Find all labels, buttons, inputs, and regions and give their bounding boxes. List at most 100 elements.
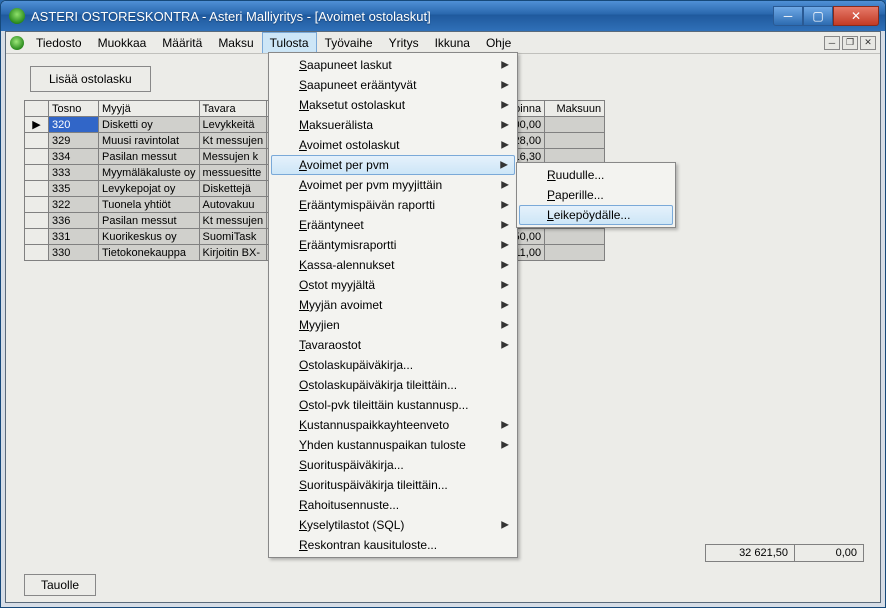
cell[interactable]: 320 [49, 117, 99, 133]
menu-item[interactable]: Tavaraostot▶ [271, 335, 515, 355]
cell[interactable]: Pasilan messut [99, 149, 200, 165]
cell[interactable]: Kuorikeskus oy [99, 229, 200, 245]
cell[interactable] [545, 245, 605, 261]
row-selector[interactable] [25, 181, 49, 197]
submenu-arrow-icon: ▶ [501, 80, 509, 91]
menu-item[interactable]: Erääntymisraportti▶ [271, 235, 515, 255]
cell[interactable]: 334 [49, 149, 99, 165]
cell[interactable]: Tuonela yhtiöt [99, 197, 200, 213]
menu-tyovaihe[interactable]: Työvaihe [317, 32, 381, 53]
col-header[interactable] [25, 101, 49, 117]
row-selector[interactable] [25, 133, 49, 149]
footer: Tauolle [10, 574, 876, 596]
menu-item[interactable]: Kyselytilastot (SQL)▶ [271, 515, 515, 535]
row-selector[interactable] [25, 245, 49, 261]
menu-item[interactable]: Kassa-alennukset▶ [271, 255, 515, 275]
cell[interactable] [545, 133, 605, 149]
row-selector[interactable] [25, 165, 49, 181]
menu-item[interactable]: Leikepöydälle... [519, 205, 673, 225]
menu-item[interactable]: Maksetut ostolaskut▶ [271, 95, 515, 115]
cell[interactable]: Disketti oy [99, 117, 200, 133]
menu-maarita[interactable]: Määritä [154, 32, 210, 53]
minimize-button[interactable]: ─ [773, 6, 803, 26]
menu-item[interactable]: Ostolaskupäiväkirja tileittäin... [271, 375, 515, 395]
cell[interactable]: 333 [49, 165, 99, 181]
cell[interactable]: 335 [49, 181, 99, 197]
cell[interactable]: Pasilan messut [99, 213, 200, 229]
cell[interactable]: Myymäläkaluste oy [99, 165, 200, 181]
submenu-arrow-icon: ▶ [501, 240, 509, 251]
row-selector[interactable] [25, 229, 49, 245]
menu-item[interactable]: Erääntyneet▶ [271, 215, 515, 235]
cell[interactable]: Kt messujen [199, 133, 267, 149]
row-selector[interactable]: ▶ [25, 117, 49, 133]
cell[interactable]: 322 [49, 197, 99, 213]
menu-item[interactable]: Kustannuspaikkayhteenveto▶ [271, 415, 515, 435]
add-invoice-button[interactable]: Lisää ostolasku [30, 66, 151, 92]
col-header[interactable]: Maksuun [545, 101, 605, 117]
row-selector[interactable] [25, 149, 49, 165]
menu-muokkaa[interactable]: Muokkaa [90, 32, 155, 53]
submenu-arrow-icon: ▶ [501, 300, 509, 311]
menu-item[interactable]: Saapuneet laskut▶ [271, 55, 515, 75]
menu-item[interactable]: Saapuneet erääntyvät▶ [271, 75, 515, 95]
submenu-arrow-icon: ▶ [501, 280, 509, 291]
menu-ikkuna[interactable]: Ikkuna [427, 32, 478, 53]
mdi-minimize-button[interactable]: ─ [824, 36, 840, 50]
menu-item[interactable]: Paperille... [519, 185, 673, 205]
menu-tulosta[interactable]: Tulosta [262, 32, 317, 53]
avoimet-per-pvm-submenu: Ruudulle...Paperille...Leikepöydälle... [516, 162, 676, 228]
mdi-close-button[interactable]: ✕ [860, 36, 876, 50]
menu-item[interactable]: Suorituspäiväkirja... [271, 455, 515, 475]
cell[interactable]: 331 [49, 229, 99, 245]
menu-item[interactable]: Ruudulle... [519, 165, 673, 185]
cell[interactable]: 330 [49, 245, 99, 261]
menu-item[interactable]: Ostol-pvk tileittäin kustannusp... [271, 395, 515, 415]
menu-item[interactable]: Avoimet per pvm myyjittäin▶ [271, 175, 515, 195]
menu-ohje[interactable]: Ohje [478, 32, 519, 53]
menu-item[interactable]: Maksuerälista▶ [271, 115, 515, 135]
cell[interactable]: Tietokonekauppa [99, 245, 200, 261]
row-selector[interactable] [25, 197, 49, 213]
cell[interactable]: Messujen k [199, 149, 267, 165]
cell[interactable]: Levykepojat oy [99, 181, 200, 197]
cell[interactable]: Muusi ravintolat [99, 133, 200, 149]
tulosta-menu: Saapuneet laskut▶Saapuneet erääntyvät▶Ma… [268, 52, 518, 558]
close-button[interactable]: ✕ [833, 6, 879, 26]
menu-item[interactable]: Avoimet per pvm▶ [271, 155, 515, 175]
tauolle-button[interactable]: Tauolle [24, 574, 96, 596]
menu-item[interactable]: Ostot myyjältä▶ [271, 275, 515, 295]
mdi-restore-button[interactable]: ❐ [842, 36, 858, 50]
menu-item[interactable]: Rahoitusennuste... [271, 495, 515, 515]
menu-yritys[interactable]: Yritys [381, 32, 427, 53]
row-selector[interactable] [25, 213, 49, 229]
cell[interactable]: messuesitte [199, 165, 267, 181]
cell[interactable]: Diskettejä [199, 181, 267, 197]
col-header[interactable]: Myyjä [99, 101, 200, 117]
submenu-arrow-icon: ▶ [501, 140, 509, 151]
col-header[interactable]: Tosno [49, 101, 99, 117]
menu-item[interactable]: Yhden kustannuspaikan tuloste▶ [271, 435, 515, 455]
menu-app-icon[interactable] [6, 32, 28, 53]
maximize-button[interactable]: ▢ [803, 6, 833, 26]
cell[interactable]: Kirjoitin BX- [199, 245, 267, 261]
cell[interactable]: Autovakuu [199, 197, 267, 213]
cell[interactable]: 336 [49, 213, 99, 229]
cell[interactable]: Kt messujen [199, 213, 267, 229]
cell[interactable]: 329 [49, 133, 99, 149]
menu-item[interactable]: Myyjien▶ [271, 315, 515, 335]
cell[interactable] [545, 229, 605, 245]
col-header[interactable]: Tavara [199, 101, 267, 117]
cell[interactable]: Levykkeitä [199, 117, 267, 133]
menu-item[interactable]: Erääntymispäivän raportti▶ [271, 195, 515, 215]
cell[interactable] [545, 117, 605, 133]
cell[interactable]: SuomiTask [199, 229, 267, 245]
menu-item[interactable]: Suorituspäiväkirja tileittäin... [271, 475, 515, 495]
menu-item[interactable]: Myyjän avoimet▶ [271, 295, 515, 315]
submenu-arrow-icon: ▶ [501, 60, 509, 71]
menu-maksu[interactable]: Maksu [210, 32, 261, 53]
menu-item[interactable]: Ostolaskupäiväkirja... [271, 355, 515, 375]
menu-item[interactable]: Reskontran kausituloste... [271, 535, 515, 555]
menu-item[interactable]: Avoimet ostolaskut▶ [271, 135, 515, 155]
menu-tiedosto[interactable]: Tiedosto [28, 32, 90, 53]
